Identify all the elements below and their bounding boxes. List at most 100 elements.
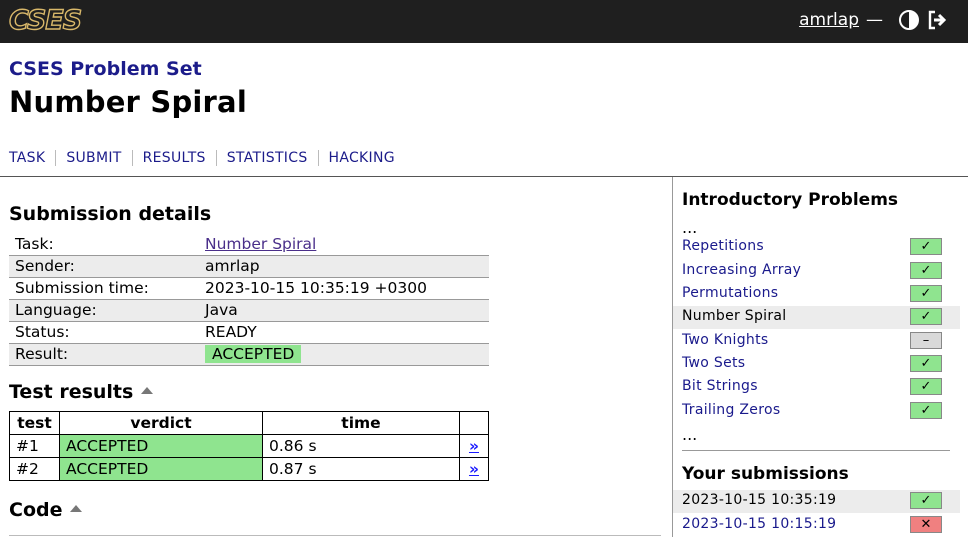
result-badge: ACCEPTED xyxy=(205,345,302,363)
sidebar-ellipsis-top: ... xyxy=(682,218,698,237)
detail-value: Java xyxy=(199,299,489,322)
user-area: amrlap — xyxy=(799,8,948,32)
sidebar-ellipsis-bottom: ... xyxy=(682,425,698,444)
sidebar-item-repetitions[interactable]: Repetitions ✓ xyxy=(673,236,960,259)
tab-task[interactable]: TASK xyxy=(9,150,45,166)
test-results-table: test verdict time #1 ACCEPTED 0.86 s » #… xyxy=(9,411,489,481)
cses-logo[interactable]: CSES xyxy=(9,6,99,34)
tab-results[interactable]: RESULTS xyxy=(143,150,206,166)
table-row: Status: READY xyxy=(9,321,489,344)
detail-value: ACCEPTED xyxy=(199,343,489,366)
verdict-cell: ACCEPTED xyxy=(59,457,263,481)
time-cell: 0.87 s xyxy=(262,457,460,481)
sidebar-item-label[interactable]: Bit Strings xyxy=(682,378,758,394)
rejected-x-icon: ✕ xyxy=(910,516,942,533)
detail-value: 2023-10-15 10:35:19 +0300 xyxy=(199,277,489,300)
view-cell: » xyxy=(459,457,489,481)
submission-time-link[interactable]: 2023-10-15 10:15:19 xyxy=(682,516,836,532)
detail-key: Status: xyxy=(9,321,199,344)
sidebar-item-increasing-array[interactable]: Increasing Array ✓ xyxy=(673,260,960,283)
sidebar-item-label[interactable]: Permutations xyxy=(682,285,778,301)
verdict-cell: ACCEPTED xyxy=(59,434,263,458)
detail-key: Task: xyxy=(9,233,199,256)
submissions-title: Your submissions xyxy=(682,464,849,484)
table-row: #2 ACCEPTED 0.87 s » xyxy=(9,457,489,481)
table-row: Sender: amrlap xyxy=(9,255,489,278)
code-heading: Code xyxy=(9,499,83,521)
detail-key: Submission time: xyxy=(9,277,199,300)
detail-key: Sender: xyxy=(9,255,199,278)
sidebar-item-label[interactable]: Two Knights xyxy=(682,332,769,348)
sidebar-item-label: Number Spiral xyxy=(682,308,787,324)
submission-time: 2023-10-15 10:35:19 xyxy=(682,492,837,508)
time-cell: 0.86 s xyxy=(262,434,460,458)
contrast-toggle-icon[interactable] xyxy=(898,9,920,31)
detail-value: amrlap xyxy=(199,255,489,278)
table-header-row: test verdict time xyxy=(9,411,489,435)
view-cell: » xyxy=(459,434,489,458)
column-header: test xyxy=(9,411,60,435)
column-header: time xyxy=(262,411,460,435)
table-row: Submission time: 2023-10-15 10:35:19 +03… xyxy=(9,277,489,300)
sidebar-item-label[interactable]: Two Sets xyxy=(682,355,745,371)
collapse-triangle-icon[interactable] xyxy=(70,505,83,512)
solved-check-icon: ✓ xyxy=(910,285,942,302)
view-test-icon[interactable]: » xyxy=(466,460,482,478)
sidebar-item-two-knights[interactable]: Two Knights – xyxy=(673,330,960,353)
detail-value: Number Spiral xyxy=(199,233,489,256)
tab-hacking[interactable]: HACKING xyxy=(329,150,395,166)
sidebar-item-two-sets[interactable]: Two Sets ✓ xyxy=(673,353,960,376)
nav-divider xyxy=(215,150,217,166)
table-row: #1 ACCEPTED 0.86 s » xyxy=(9,434,489,458)
nav-divider xyxy=(131,150,133,166)
solved-check-icon: ✓ xyxy=(910,378,942,395)
table-row: Result: ACCEPTED xyxy=(9,343,489,366)
column-header xyxy=(459,411,489,435)
solved-check-icon: ✓ xyxy=(910,238,942,255)
tab-submit[interactable]: SUBMIT xyxy=(66,150,121,166)
table-row: Language: Java xyxy=(9,299,489,322)
column-header: verdict xyxy=(59,411,263,435)
svg-text:CSES: CSES xyxy=(9,6,81,34)
submission-item[interactable]: 2023-10-15 10:15:19 ✕ xyxy=(673,514,960,537)
header-divider xyxy=(0,176,968,177)
submission-details-heading: Submission details xyxy=(9,203,212,225)
task-link[interactable]: Number Spiral xyxy=(205,235,316,253)
sidebar-item-label[interactable]: Repetitions xyxy=(682,238,764,254)
code-label: Code xyxy=(9,499,63,521)
separator-dash: — xyxy=(866,10,883,30)
sidebar-item-permutations[interactable]: Permutations ✓ xyxy=(673,283,960,306)
problem-set-link[interactable]: CSES Problem Set xyxy=(9,58,202,80)
detail-key: Result: xyxy=(9,343,199,366)
sidebar-item-trailing-zeros[interactable]: Trailing Zeros ✓ xyxy=(673,400,960,423)
collapse-triangle-icon[interactable] xyxy=(141,387,154,394)
username-link[interactable]: amrlap xyxy=(799,10,859,30)
solved-check-icon: ✓ xyxy=(910,262,942,279)
nav-divider xyxy=(55,150,57,166)
test-id: #2 xyxy=(9,457,60,481)
detail-key: Language: xyxy=(9,299,199,322)
sidebar-item-number-spiral[interactable]: Number Spiral ✓ xyxy=(673,306,960,329)
sidebar-item-label[interactable]: Increasing Array xyxy=(682,262,801,278)
tab-statistics[interactable]: STATISTICS xyxy=(227,150,308,166)
logout-icon[interactable] xyxy=(926,9,948,31)
submission-item-current[interactable]: 2023-10-15 10:35:19 ✓ xyxy=(673,490,960,513)
view-test-icon[interactable]: » xyxy=(466,437,482,455)
top-bar: CSES amrlap — xyxy=(0,0,968,43)
solved-check-icon: ✓ xyxy=(910,402,942,419)
accepted-check-icon: ✓ xyxy=(910,492,942,509)
solved-check-icon: ✓ xyxy=(910,308,942,325)
sidebar-divider-line xyxy=(682,450,950,451)
sidebar-item-label[interactable]: Trailing Zeros xyxy=(682,402,780,418)
test-id: #1 xyxy=(9,434,60,458)
attempted-dash-icon: – xyxy=(910,332,942,349)
code-box-top xyxy=(9,535,661,536)
test-results-heading: Test results xyxy=(9,381,154,403)
table-row: Task: Number Spiral xyxy=(9,233,489,256)
sidebar-item-bit-strings[interactable]: Bit Strings ✓ xyxy=(673,376,960,399)
submission-details-table: Task: Number Spiral Sender: amrlap Submi… xyxy=(9,233,489,366)
nav-divider xyxy=(317,150,319,166)
task-nav: TASK SUBMIT RESULTS STATISTICS HACKING xyxy=(9,150,395,166)
test-results-label: Test results xyxy=(9,381,134,403)
solved-check-icon: ✓ xyxy=(910,355,942,372)
